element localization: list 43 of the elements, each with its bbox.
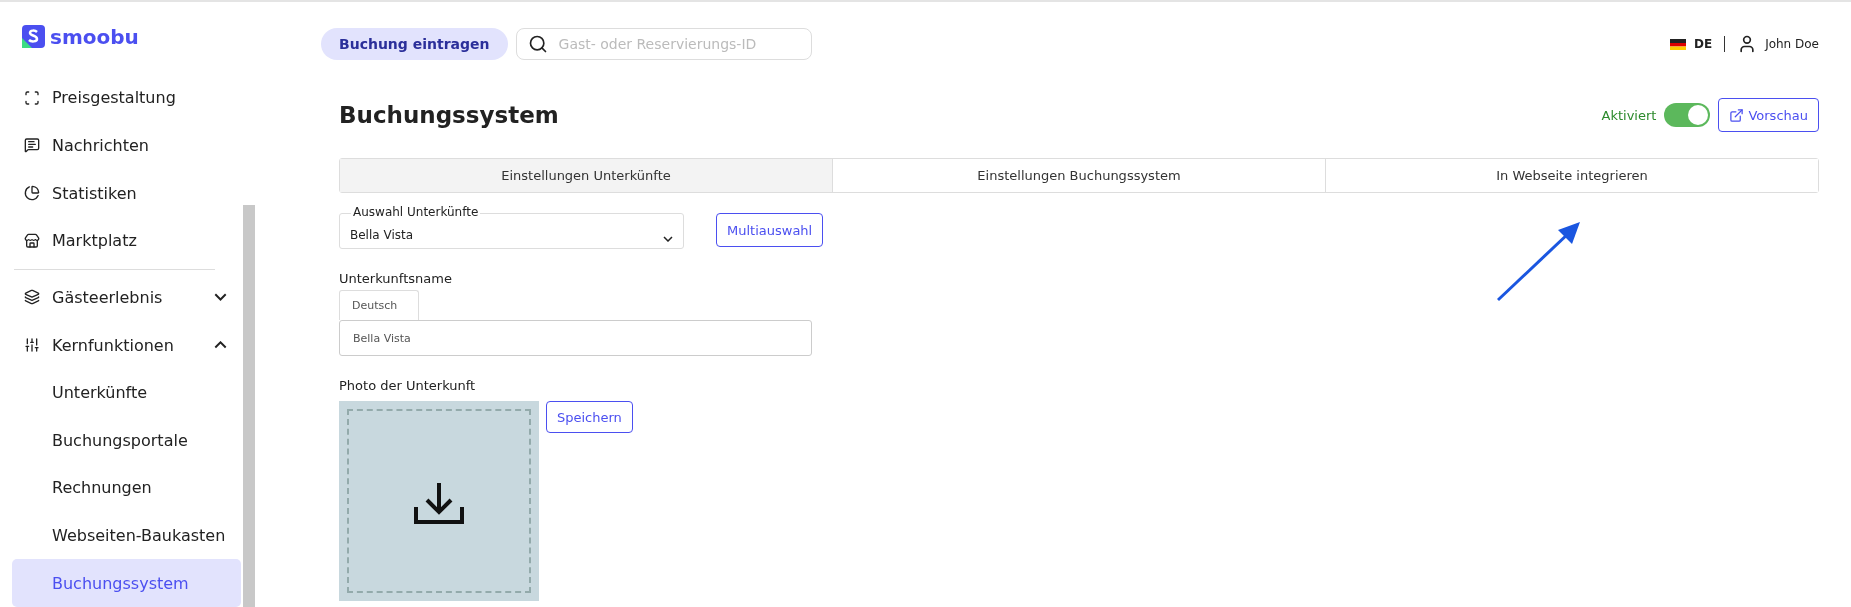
field-label: Unterkunftsname	[339, 271, 453, 286]
preview-button[interactable]: Vorschau	[1718, 98, 1819, 132]
page-title: Buchungssystem	[339, 102, 559, 128]
external-link-icon	[1729, 107, 1745, 123]
sliders-icon	[24, 337, 40, 353]
sidebar-item[interactable]: Unterkünfte	[12, 368, 241, 417]
tab[interactable]: In Webseite integrieren	[1325, 159, 1818, 192]
chevron-down-icon	[214, 293, 227, 302]
chat-icon	[24, 137, 40, 154]
sidebar-item[interactable]: Rechnungen	[12, 464, 241, 512]
scrollbar[interactable]	[243, 205, 255, 607]
search-icon	[527, 34, 548, 54]
chevron-up-icon	[214, 341, 227, 349]
sidebar-group[interactable]: Kernfunktionen	[12, 321, 241, 369]
user-name[interactable]: John Doe	[1765, 37, 1819, 51]
field-label: Auswahl Unterkünfte	[351, 205, 481, 219]
sidebar-item[interactable]: Marktplatz	[12, 216, 241, 265]
sidebar-group[interactable]: Gästeerlebnis	[12, 273, 241, 322]
download-icon	[413, 481, 465, 525]
pie-chart-icon	[24, 185, 40, 202]
flag-icon	[1669, 38, 1686, 50]
search-field[interactable]: Gast- oder Reservierungs-ID	[515, 28, 812, 60]
photo-drop-zone[interactable]	[339, 401, 539, 601]
sidebar-item[interactable]: Buchungssystem	[12, 559, 241, 607]
chevron-down-icon	[663, 236, 673, 242]
sidebar-item[interactable]: Buchungsportale	[12, 416, 241, 465]
logo-text: smoobu	[50, 25, 139, 49]
add-booking-button[interactable]: Buchung eintragen	[321, 28, 508, 60]
sidebar-item[interactable]: Preisgestaltung	[12, 74, 241, 122]
logo-icon	[20, 24, 46, 50]
sidebar-item[interactable]: Statistiken	[12, 169, 241, 217]
sidebar-item[interactable]: Nachrichten	[12, 121, 241, 170]
status-label: Aktiviert	[1601, 107, 1657, 123]
save-button[interactable]: Speichern	[546, 401, 633, 433]
layers-icon	[24, 289, 40, 306]
language-label[interactable]: DE	[1693, 37, 1713, 51]
store-icon	[24, 232, 40, 249]
sidebar-item[interactable]: Webseiten-Baukasten	[12, 511, 241, 560]
toggle-switch[interactable]	[1664, 103, 1711, 127]
tab[interactable]: Einstellungen Unterkünfte	[340, 159, 832, 192]
field-label: Photo der Unterkunft	[339, 378, 477, 393]
multi-select-button[interactable]: Multiauswahl	[716, 213, 824, 247]
name-field[interactable]: Bella Vista	[339, 320, 812, 356]
